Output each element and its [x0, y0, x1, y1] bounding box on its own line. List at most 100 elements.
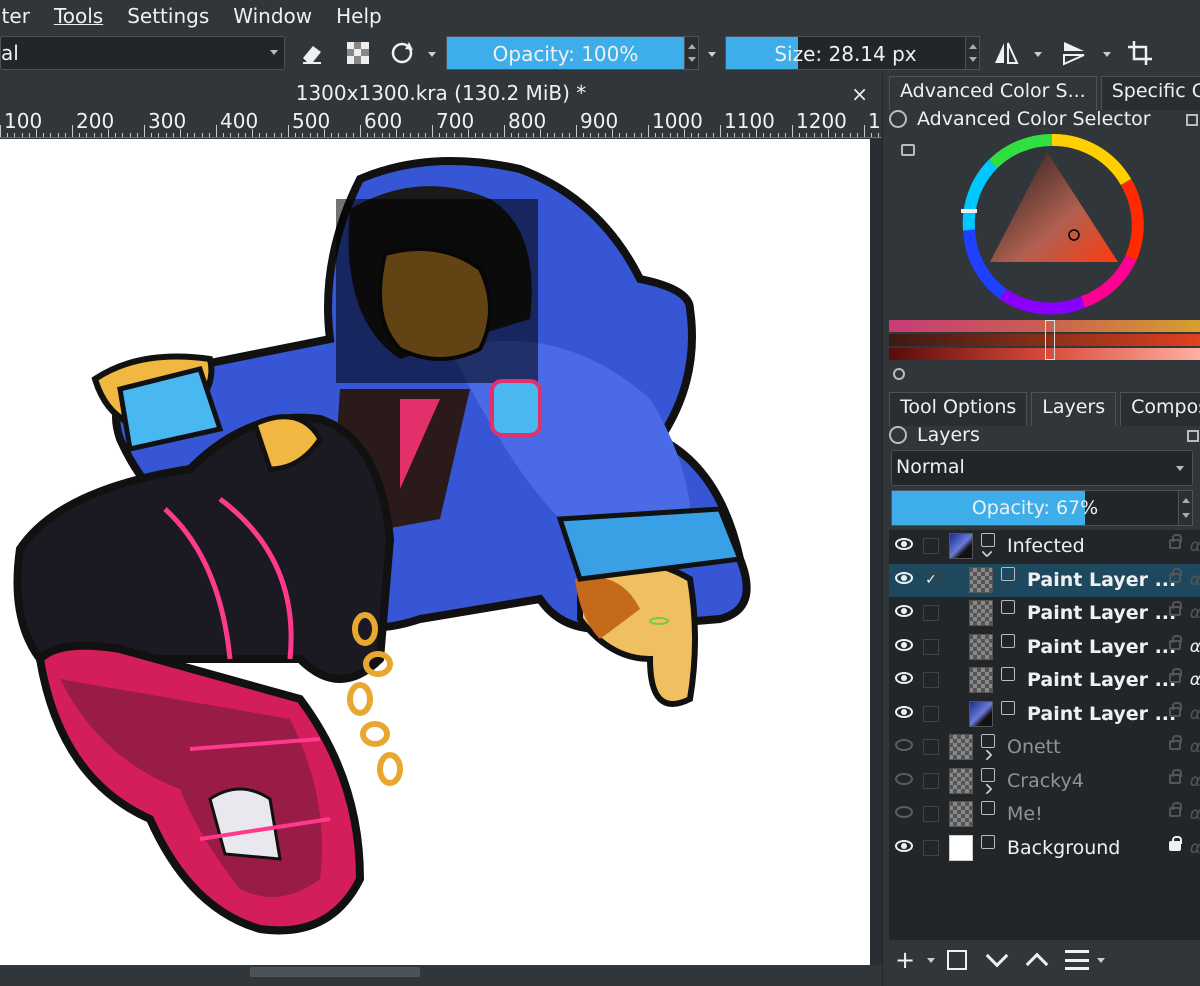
layer-row[interactable]: Paint Layer ... α: [889, 698, 1200, 731]
reset-color-icon[interactable]: [893, 368, 905, 380]
move-down-icon[interactable]: [985, 944, 1009, 968]
color-selector[interactable]: [883, 130, 1200, 330]
menu-window[interactable]: Window: [233, 4, 312, 28]
docker-lock-icon[interactable]: [889, 110, 907, 128]
lock-icon[interactable]: [1169, 634, 1182, 650]
tab-compositions[interactable]: Compositio: [1120, 392, 1200, 426]
alpha-inherit-icon[interactable]: α: [1190, 536, 1200, 556]
chevron-down-icon[interactable]: [708, 52, 716, 57]
layer-row[interactable]: Infected α: [889, 530, 1200, 563]
chevron-down-icon[interactable]: [927, 958, 935, 963]
alpha-lock-icon[interactable]: [342, 37, 374, 69]
layer-checkbox[interactable]: [923, 839, 939, 856]
visibility-eye-icon[interactable]: [895, 605, 913, 617]
visibility-eye-icon[interactable]: [895, 638, 913, 651]
menu-filter[interactable]: lter: [0, 4, 30, 28]
tab-specific-color[interactable]: Specific Color: [1100, 76, 1200, 110]
alpha-inherit-icon[interactable]: α: [1190, 570, 1200, 590]
lock-icon[interactable]: [1169, 735, 1182, 750]
visibility-eye-icon[interactable]: [895, 772, 913, 785]
lock-icon[interactable]: [1169, 802, 1182, 817]
reload-preset-icon[interactable]: [386, 37, 418, 69]
layer-checkbox[interactable]: [923, 538, 939, 554]
layer-checkbox[interactable]: [923, 772, 939, 789]
visibility-eye-icon[interactable]: [895, 806, 913, 818]
size-slider[interactable]: Size: 28.14 px: [725, 36, 980, 70]
blend-mode-combo[interactable]: Normal: [891, 450, 1193, 486]
canvas[interactable]: [0, 139, 870, 965]
scrollbar-thumb[interactable]: [250, 967, 420, 977]
chevron-down-icon[interactable]: [428, 52, 436, 57]
docker-lock-icon[interactable]: [889, 426, 907, 444]
color-wheel[interactable]: [883, 130, 1200, 330]
alpha-inherit-icon[interactable]: α: [1190, 737, 1200, 757]
layer-properties-icon[interactable]: [1065, 950, 1089, 970]
size-spinner[interactable]: [965, 37, 979, 69]
tab-advanced-color-selector[interactable]: Advanced Color S...: [889, 76, 1097, 110]
layer-row[interactable]: Paint Layer ... α: [889, 664, 1200, 697]
lock-icon[interactable]: [1169, 701, 1182, 717]
tab-layers[interactable]: Layers: [1031, 392, 1117, 426]
layer-row[interactable]: Onett α: [889, 731, 1200, 764]
mirror-vertical-icon[interactable]: [1058, 37, 1090, 69]
chevron-down-icon[interactable]: [1034, 52, 1042, 57]
layer-list[interactable]: Infected α ✓ Paint Layer ... α Paint Layer ..…: [889, 530, 1200, 940]
chevron-right-icon[interactable]: [981, 782, 993, 795]
chevron-right-icon[interactable]: [981, 749, 993, 761]
layer-checkbox[interactable]: [923, 806, 939, 822]
brush-preset-combo[interactable]: al: [0, 36, 285, 70]
layer-row[interactable]: Paint Layer ... α: [889, 597, 1200, 630]
alpha-inherit-icon[interactable]: α: [1190, 838, 1200, 858]
alpha-inherit-icon[interactable]: α: [1190, 704, 1200, 724]
visibility-eye-icon[interactable]: [895, 739, 913, 751]
layer-checkbox[interactable]: [923, 672, 939, 688]
move-up-icon[interactable]: [1025, 952, 1049, 976]
visibility-eye-icon[interactable]: [895, 705, 913, 718]
visibility-eye-icon[interactable]: [895, 672, 913, 684]
lock-icon[interactable]: [1169, 534, 1182, 549]
document-tab[interactable]: 1300x1300.kra (130.2 MiB) * ×: [0, 78, 882, 108]
menu-settings[interactable]: Settings: [127, 4, 209, 28]
horizontal-scrollbar[interactable]: [0, 965, 882, 986]
alpha-inherit-icon[interactable]: α: [1190, 637, 1200, 657]
opacity-spinner[interactable]: [684, 37, 698, 69]
visibility-eye-icon[interactable]: [895, 571, 913, 584]
lock-icon[interactable]: [1169, 835, 1182, 851]
float-docker-icon[interactable]: [1186, 114, 1198, 126]
layer-row[interactable]: ✓ Paint Layer ... α: [889, 563, 1200, 597]
chevron-down-icon[interactable]: [1103, 52, 1111, 57]
mirror-horizontal-icon[interactable]: [990, 37, 1022, 69]
duplicate-layer-icon[interactable]: [947, 950, 967, 970]
layer-checkbox[interactable]: [923, 705, 939, 722]
lock-icon[interactable]: [1169, 768, 1182, 784]
lock-icon[interactable]: [1169, 601, 1182, 616]
tab-tool-options[interactable]: Tool Options: [889, 392, 1028, 426]
alpha-inherit-icon[interactable]: α: [1190, 670, 1200, 690]
lock-icon[interactable]: [1169, 668, 1182, 683]
visibility-eye-icon[interactable]: [895, 538, 913, 550]
layer-row[interactable]: Me! α: [889, 798, 1200, 831]
alpha-inherit-icon[interactable]: α: [1190, 603, 1200, 623]
layer-checkbox[interactable]: ✓: [923, 571, 939, 588]
opacity-slider[interactable]: Opacity: 100%: [446, 36, 699, 70]
layer-opacity-spinner[interactable]: [1178, 491, 1192, 525]
chevron-down-icon[interactable]: [981, 546, 993, 558]
alpha-inherit-icon[interactable]: α: [1190, 804, 1200, 824]
add-layer-icon[interactable]: +: [895, 946, 915, 974]
eraser-icon[interactable]: [296, 37, 328, 69]
lock-icon[interactable]: [1169, 567, 1182, 583]
layer-checkbox[interactable]: [923, 605, 939, 621]
menu-help[interactable]: Help: [336, 4, 382, 28]
layer-row[interactable]: Background α: [889, 832, 1200, 865]
layer-opacity-slider[interactable]: Opacity: 67%: [891, 490, 1193, 526]
chevron-down-icon[interactable]: [1097, 958, 1105, 963]
close-icon[interactable]: ×: [851, 82, 868, 106]
layer-checkbox[interactable]: [923, 638, 939, 655]
alpha-inherit-icon[interactable]: α: [1190, 771, 1200, 791]
menu-tools[interactable]: Tools: [54, 4, 103, 28]
color-bar-handle[interactable]: [1045, 320, 1055, 360]
layer-row[interactable]: Cracky4 α: [889, 765, 1200, 798]
layer-row[interactable]: Paint Layer ... α: [889, 631, 1200, 664]
visibility-eye-icon[interactable]: [895, 839, 913, 852]
layer-checkbox[interactable]: [923, 739, 939, 755]
